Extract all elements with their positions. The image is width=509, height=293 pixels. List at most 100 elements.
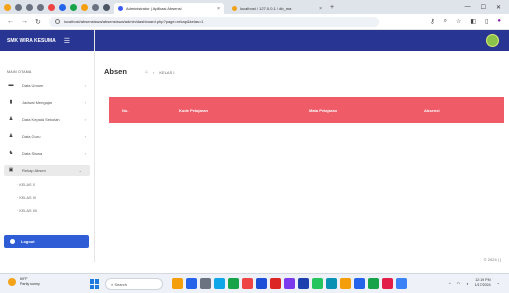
tab-title: localhost / 127.0.0.1 / db_ma bbox=[240, 6, 292, 11]
taskbar-app-icon[interactable] bbox=[382, 278, 393, 289]
logout-icon bbox=[10, 239, 15, 244]
taskbar-app-icon[interactable] bbox=[368, 278, 379, 289]
weather-desc: Partly sunny bbox=[20, 282, 40, 286]
close-tab-icon[interactable]: × bbox=[319, 6, 322, 12]
taskbar-app-icon[interactable] bbox=[242, 278, 253, 289]
profile-icon[interactable] bbox=[4, 3, 11, 11]
close-tab-icon[interactable]: × bbox=[217, 6, 220, 12]
notification-icon[interactable]: ◔ bbox=[497, 281, 499, 286]
start-button[interactable] bbox=[90, 279, 100, 289]
profile-avatar-icon[interactable]: ● bbox=[497, 18, 501, 25]
app-icon[interactable] bbox=[92, 3, 99, 11]
taskbar-app-icon[interactable] bbox=[298, 278, 309, 289]
taskbar-app-icon[interactable] bbox=[214, 278, 225, 289]
sidebar-item-label: Data Siswa bbox=[22, 151, 43, 156]
sidebar: SMK WIRA KESUMA ☰ MAIN OTAMA ▬ Data Umum… bbox=[0, 30, 95, 262]
volume-icon[interactable]: ◖ bbox=[466, 281, 468, 286]
taskbar-app-icon[interactable] bbox=[186, 278, 197, 289]
window-controls: — ☐ ✕ bbox=[465, 4, 509, 11]
tab-favicon-icon bbox=[118, 6, 123, 11]
chevron-right-icon: › bbox=[84, 117, 86, 122]
system-tray: ^ ◠ ◖ 12:19 PM 1/17/2024 ◔ bbox=[449, 278, 499, 288]
taskbar-app-icon[interactable] bbox=[172, 278, 183, 289]
logout-label: Logout bbox=[21, 239, 35, 244]
subitem-label: KELAS XI bbox=[19, 195, 37, 200]
clock[interactable]: 12:19 PM 1/17/2024 bbox=[475, 278, 491, 288]
split-view-icon[interactable]: ▯ bbox=[485, 18, 488, 25]
sidebar-item-label: Data Guru bbox=[22, 134, 41, 139]
minimize-icon[interactable]: — bbox=[465, 4, 471, 11]
chevron-right-icon: › bbox=[84, 151, 86, 156]
wifi-icon[interactable]: ◠ bbox=[457, 281, 461, 286]
sidebar-subitem-kelas-x[interactable]: · KELAS X bbox=[0, 180, 94, 189]
reload-icon[interactable]: ↻ bbox=[35, 18, 41, 26]
bookmark-star-icon[interactable]: ☆ bbox=[456, 18, 461, 25]
menu-toggle-icon[interactable]: ☰ bbox=[64, 37, 70, 45]
forward-icon[interactable]: → bbox=[21, 18, 28, 25]
page-title: Absen bbox=[104, 67, 127, 76]
back-icon[interactable]: ← bbox=[7, 18, 14, 25]
sidebar-item-data-kepala-sekolah[interactable]: ♟ Data Kepala Sekolah › bbox=[0, 114, 94, 125]
sidebar-item-jadwal-mengajar[interactable]: ▮ Jadwal Mengajar › bbox=[0, 97, 94, 108]
sidebar-item-data-siswa[interactable]: ♞ Data Siswa › bbox=[0, 148, 94, 159]
taskbar-app-icon[interactable] bbox=[256, 278, 267, 289]
home-icon[interactable]: ⌂ bbox=[145, 69, 148, 75]
app-icon[interactable] bbox=[15, 3, 22, 11]
tab-phpmyadmin[interactable]: localhost / 127.0.0.1 / db_ma × bbox=[228, 3, 326, 14]
app-icon[interactable] bbox=[70, 3, 77, 11]
chevron-down-icon: ⌄ bbox=[78, 168, 82, 173]
extensions-icon[interactable]: ◧ bbox=[470, 18, 476, 25]
main-content: Absen ⌂ › KELAS I No. Kode Pelajaran Mat… bbox=[95, 51, 509, 262]
taskbar-app-icon[interactable] bbox=[354, 278, 365, 289]
zoom-icon[interactable]: ⌕ bbox=[444, 18, 447, 25]
taskbar-app-icon[interactable] bbox=[200, 278, 211, 289]
column-header-no: No. bbox=[122, 108, 129, 113]
tab-title: Administrator | Aplikasi Absensi bbox=[126, 6, 182, 11]
app-icon[interactable] bbox=[37, 3, 44, 11]
taskbar-app-icon[interactable] bbox=[340, 278, 351, 289]
sidebar-subitem-kelas-xii[interactable]: · KELAS XII bbox=[0, 206, 94, 215]
sidebar-item-label: Data Kepala Sekolah bbox=[22, 117, 60, 122]
sidebar-item-data-umum[interactable]: ▬ Data Umum › bbox=[0, 80, 94, 91]
users-icon: ♞ bbox=[8, 150, 14, 156]
app-icon[interactable] bbox=[26, 3, 33, 11]
site-info-icon[interactable] bbox=[54, 19, 60, 24]
url-field[interactable]: localhost/absensiswa/absensiswa/admin/da… bbox=[48, 16, 379, 27]
close-window-icon[interactable]: ✕ bbox=[496, 4, 501, 11]
app-icon[interactable] bbox=[103, 3, 110, 11]
windows-logo-icon bbox=[90, 279, 94, 284]
sidebar-item-data-guru[interactable]: ♟ Data Guru › bbox=[0, 131, 94, 142]
sidebar-item-rekap-absen[interactable]: ▣ Rekap Absen ⌄ bbox=[4, 165, 90, 176]
taskbar-app-icon[interactable] bbox=[228, 278, 239, 289]
show-hidden-icons-icon[interactable]: ^ bbox=[449, 281, 451, 286]
tab-administrator[interactable]: Administrator | Aplikasi Absensi × bbox=[114, 3, 224, 14]
taskbar-search[interactable]: ⌕ Search bbox=[105, 278, 163, 290]
app-icon[interactable] bbox=[48, 3, 55, 11]
taskbar-app-icon[interactable] bbox=[312, 278, 323, 289]
chevron-right-icon: › bbox=[84, 134, 86, 139]
table-header: No. Kode Pelajaran Mata Pelajaran Absens… bbox=[109, 97, 504, 123]
folder-icon: ▬ bbox=[8, 82, 14, 88]
address-bar: ← → ↻ localhost/absensiswa/absensiswa/ad… bbox=[0, 14, 509, 30]
taskbar-app-icon[interactable] bbox=[396, 278, 407, 289]
maximize-icon[interactable]: ☐ bbox=[481, 4, 486, 11]
taskbar-app-icon[interactable] bbox=[326, 278, 337, 289]
taskbar-app-icon[interactable] bbox=[270, 278, 281, 289]
clock-date: 1/17/2024 bbox=[474, 283, 491, 287]
password-key-icon[interactable]: ⚷ bbox=[430, 18, 434, 25]
footer-copyright: © 2024 | | bbox=[483, 257, 501, 262]
sidebar-item-label: Data Umum bbox=[22, 83, 44, 88]
sidebar-subitem-kelas-xi[interactable]: · KELAS XI bbox=[0, 193, 94, 202]
chevron-right-icon: › bbox=[84, 83, 86, 88]
brand-bar: SMK WIRA KESUMA ☰ bbox=[0, 30, 94, 51]
logout-button[interactable]: Logout bbox=[4, 235, 89, 248]
browser-actions: ⚷ ⌕ ☆ ◧ ▯ ● bbox=[430, 18, 501, 25]
taskbar-app-icon[interactable] bbox=[284, 278, 295, 289]
weather-widget[interactable]: 69°F Partly sunny bbox=[8, 277, 40, 287]
app-icon[interactable] bbox=[81, 3, 88, 11]
new-tab-icon[interactable]: + bbox=[330, 4, 334, 11]
user-avatar[interactable] bbox=[486, 34, 499, 47]
app-icon[interactable] bbox=[59, 3, 66, 11]
calendar-icon: ▣ bbox=[8, 167, 14, 173]
breadcrumb: ⌂ › KELAS I bbox=[145, 69, 175, 75]
